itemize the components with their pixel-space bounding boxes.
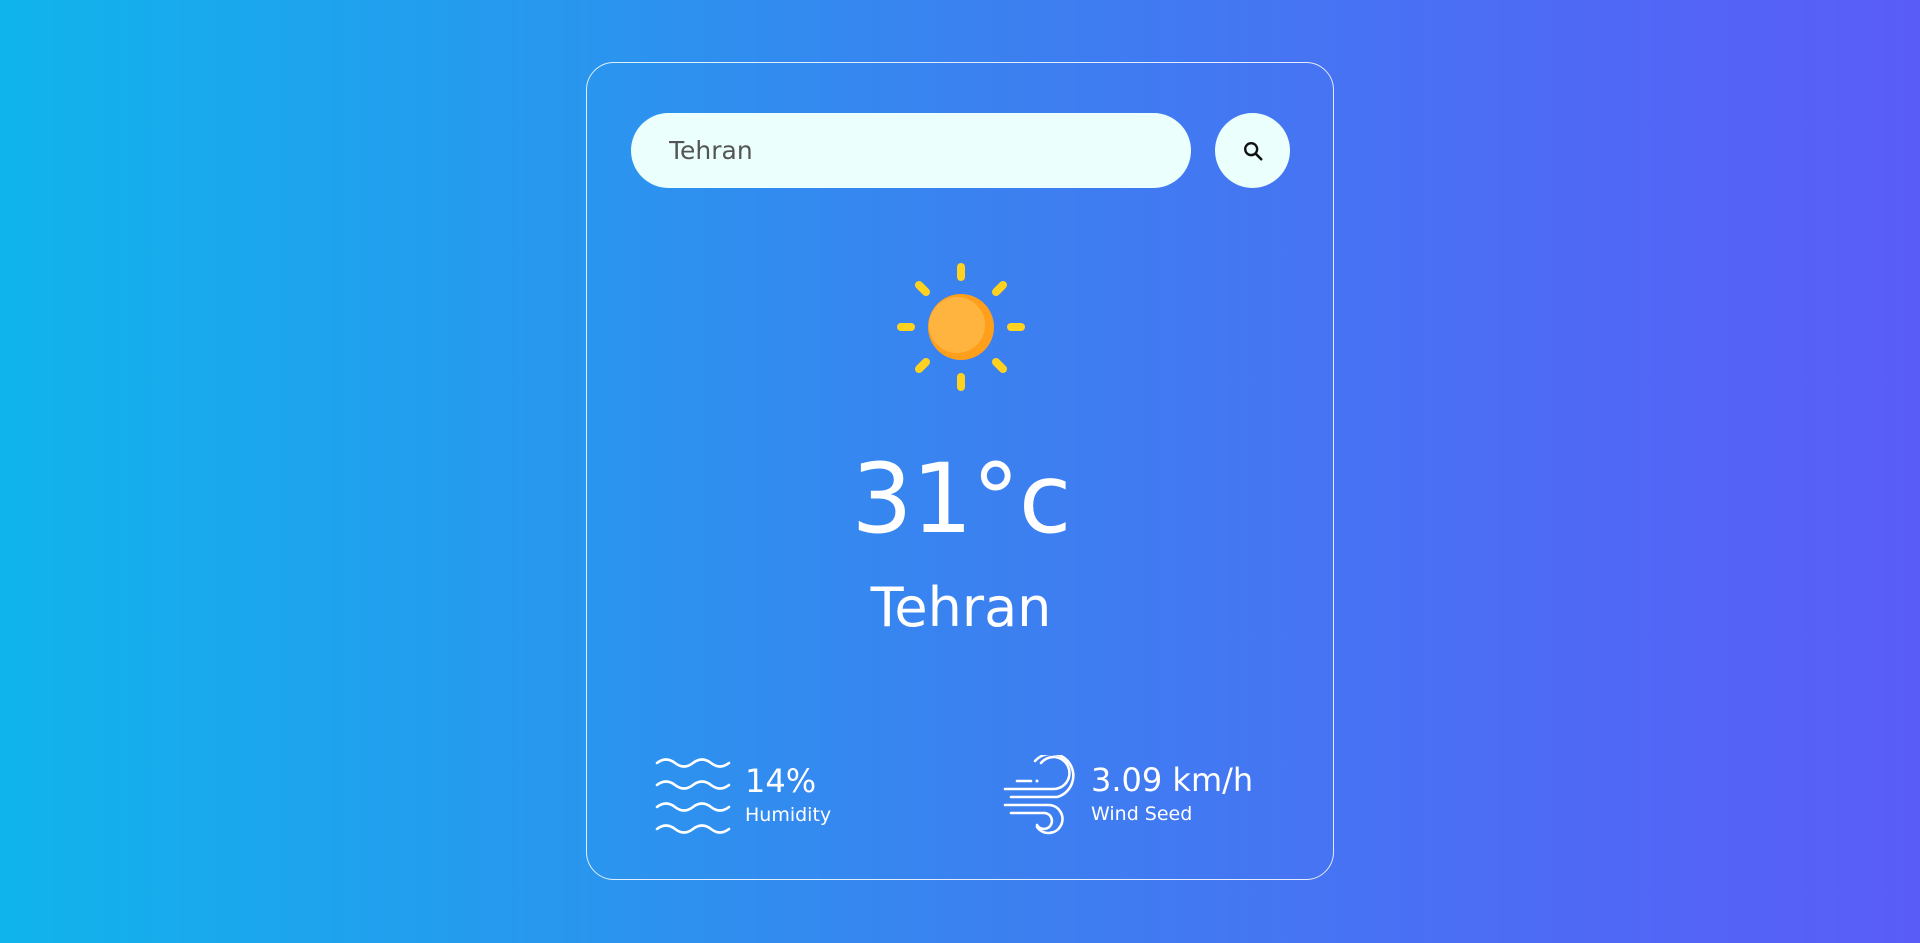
humidity-stat: 14% Humidity [655, 755, 831, 837]
weather-card: 31°c Tehran 14% Humidity [586, 62, 1334, 880]
sun-icon [897, 263, 1025, 391]
search-input[interactable] [631, 113, 1191, 188]
search-icon [1243, 141, 1263, 161]
temperature: 31°c [851, 443, 1072, 555]
search-button[interactable] [1215, 113, 1290, 188]
wind-stat: 3.09 km/h Wind Seed [1003, 755, 1253, 835]
humidity-label: Humidity [745, 804, 832, 827]
wind-icon [1003, 755, 1075, 835]
humidity-waves-icon [655, 758, 731, 834]
wind-label: Wind Seed [1091, 803, 1193, 826]
city-name: Tehran [870, 576, 1052, 639]
wind-value: 3.09 km/h [1091, 761, 1254, 800]
humidity-value: 14% [745, 762, 817, 801]
